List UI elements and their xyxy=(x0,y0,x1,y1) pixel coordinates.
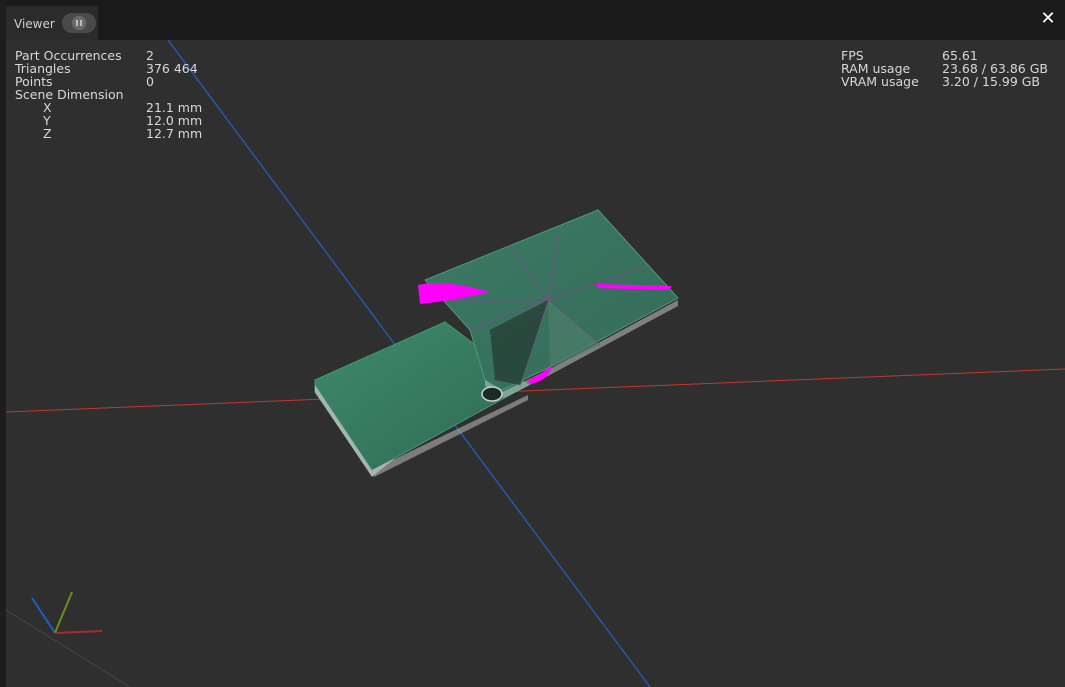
gizmo-x-axis xyxy=(54,630,103,634)
stat-value: 3.20 / 15.99 GB xyxy=(942,74,1041,89)
x-axis-line xyxy=(6,368,1065,413)
viewer-window: Viewer ✕ Part Occurrences 2 Triangles 37… xyxy=(0,0,1065,687)
ground-line xyxy=(6,609,131,687)
stat-label: VRAM usage xyxy=(841,74,919,89)
stat-value: 12.7 mm xyxy=(146,126,203,141)
stat-vram-usage: VRAM usage 3.20 / 15.99 GB xyxy=(841,75,1061,88)
scene-stats: Part Occurrences 2 Triangles 376 464 Poi… xyxy=(15,49,245,140)
stat-label: Z xyxy=(43,126,52,141)
stat-label: Scene Dimension xyxy=(15,87,124,102)
stat-dimension-z: Z 12.7 mm xyxy=(15,127,245,140)
close-icon[interactable]: ✕ xyxy=(1039,10,1057,28)
tab-title: Viewer xyxy=(14,17,55,31)
stat-value: 0 xyxy=(146,74,154,89)
tab-bar: Viewer ✕ xyxy=(0,0,1065,40)
model-hole xyxy=(481,386,503,402)
axis-gizmo xyxy=(31,591,103,634)
gizmo-y-axis xyxy=(54,591,73,634)
performance-stats: FPS 65.61 RAM usage 23.68 / 63.86 GB VRA… xyxy=(841,49,1061,88)
pause-button[interactable] xyxy=(62,13,96,33)
pause-icon xyxy=(72,16,86,30)
tab-viewer[interactable]: Viewer xyxy=(6,6,98,40)
